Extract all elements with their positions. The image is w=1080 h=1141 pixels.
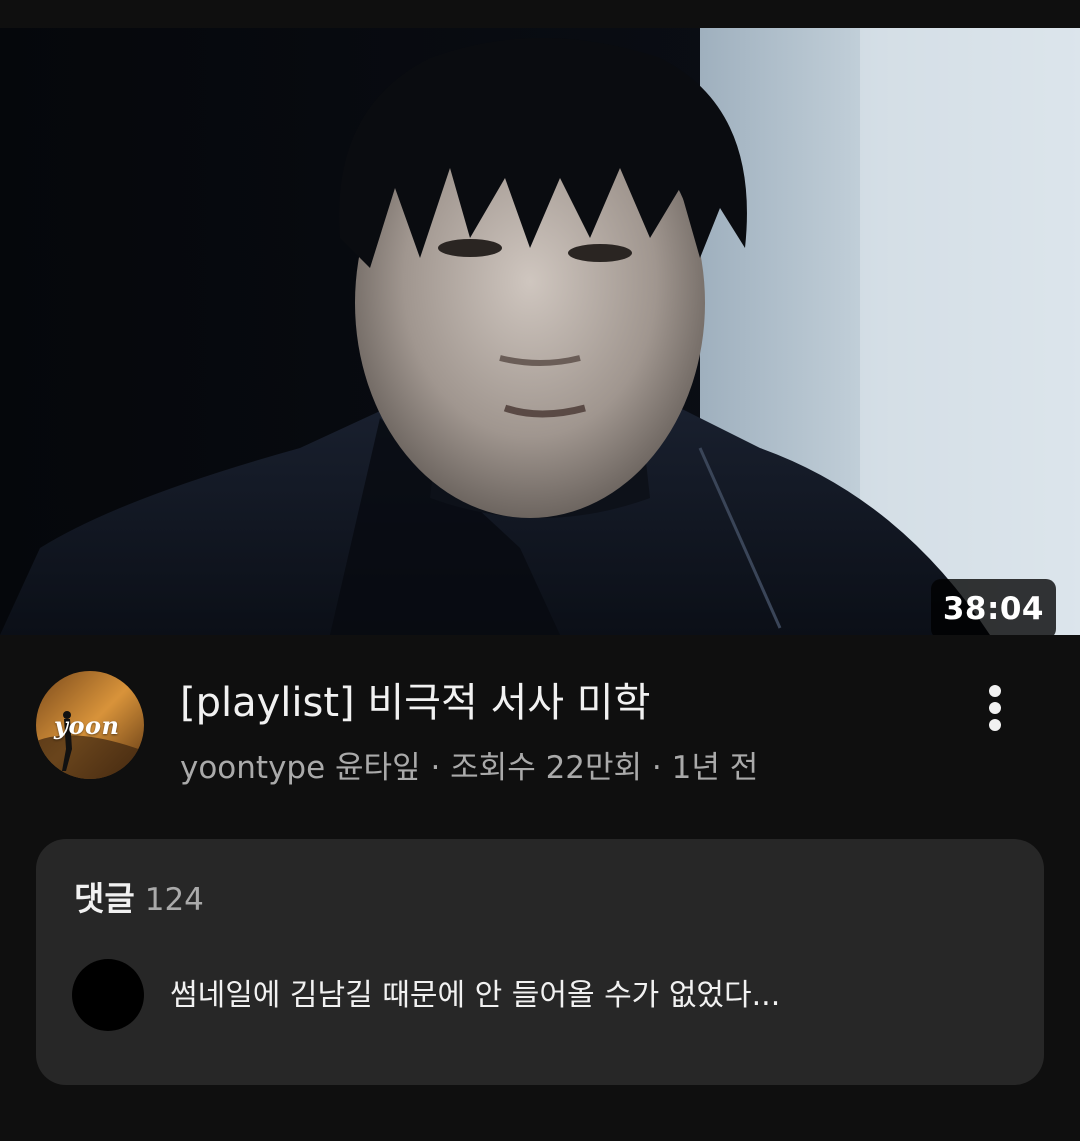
video-thumbnail[interactable]: 38:04 xyxy=(0,28,1080,635)
more-vert-icon-dot xyxy=(989,719,1001,731)
more-vert-icon-dot xyxy=(989,702,1001,714)
screen: 38:04 yoon [playlist] 비극적 서사 미학 yoontype… xyxy=(0,0,1080,1141)
comments-header: 댓글 124 xyxy=(74,875,204,923)
channel-avatar[interactable]: yoon xyxy=(36,671,144,779)
comments-label: 댓글 xyxy=(74,879,135,918)
status-bar-area xyxy=(0,0,1080,28)
more-vert-icon xyxy=(989,685,1001,697)
video-title[interactable]: [playlist] 비극적 서사 미학 xyxy=(180,675,940,731)
video-info-row[interactable]: yoon [playlist] 비극적 서사 미학 yoontype 윤타잎 ·… xyxy=(0,635,1080,835)
comments-section[interactable]: 댓글 124 썸네일에 김남길 때문에 안 들어올 수가 없었다... xyxy=(36,839,1044,1085)
top-comment-text: 썸네일에 김남길 때문에 안 들어올 수가 없었다... xyxy=(170,978,781,1013)
more-options-button[interactable] xyxy=(966,679,1024,737)
video-meta: yoontype 윤타잎 · 조회수 22만회 · 1년 전 xyxy=(180,750,759,786)
avatar-logo-text: yoon xyxy=(54,711,120,740)
thumbnail-image xyxy=(0,28,1080,635)
comments-count: 124 xyxy=(144,882,204,918)
duration-badge: 38:04 xyxy=(930,579,1056,635)
commenter-avatar xyxy=(72,959,144,1031)
